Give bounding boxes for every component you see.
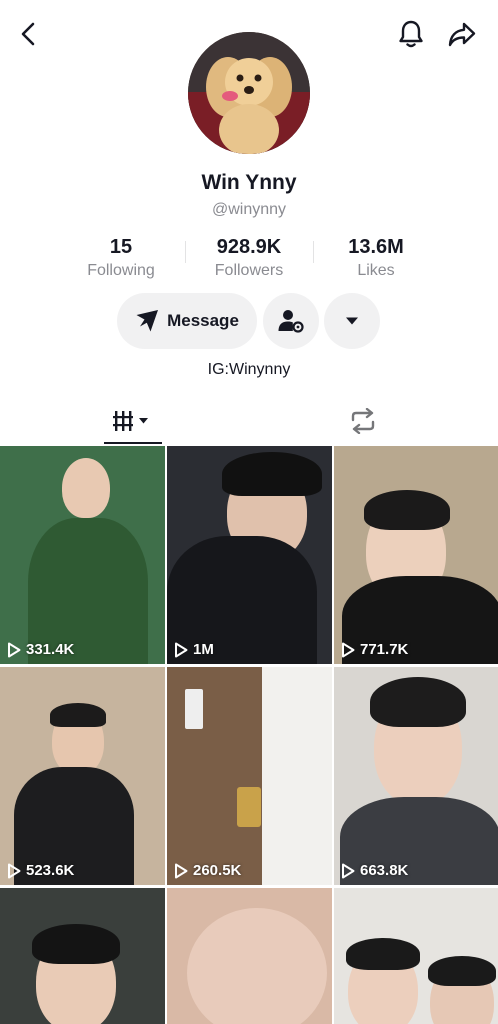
stat-following[interactable]: 15 Following [56, 234, 186, 282]
video-thumbnail[interactable] [167, 888, 332, 1024]
thumbnail-figure [222, 452, 322, 496]
video-thumbnail[interactable]: 1M [167, 446, 332, 664]
play-icon [342, 642, 355, 657]
play-icon [8, 642, 21, 657]
bio: IG:Winynny [207, 361, 291, 378]
bell-icon [399, 20, 423, 48]
thumbnail-wall [262, 667, 332, 885]
video-thumbnail[interactable]: 771.7K [334, 446, 498, 664]
share-icon [448, 22, 476, 47]
more-options-button[interactable] [324, 293, 380, 349]
repost-icon [351, 408, 375, 434]
stats-divider [185, 241, 186, 263]
view-count: 771.7K [360, 641, 409, 658]
thumbnail-sign [185, 689, 203, 729]
play-icon [342, 863, 355, 878]
caret-down-icon [346, 317, 358, 325]
video-thumbnail[interactable]: 663.8K [334, 667, 498, 885]
following-count: 15 [109, 236, 133, 258]
notifications-button[interactable] [391, 14, 431, 54]
view-count: 331.4K [26, 641, 75, 658]
play-icon [175, 863, 188, 878]
thumbnail-figure [428, 956, 496, 986]
view-count: 1M [193, 641, 214, 658]
avatar[interactable] [188, 32, 310, 154]
thumbnail-lock [237, 787, 261, 827]
username: @winynny [211, 201, 287, 218]
play-count: 260.5K [174, 862, 241, 879]
followers-count: 928.9K [216, 236, 282, 258]
play-count: 331.4K [7, 641, 74, 658]
play-icon [175, 642, 188, 657]
grid-bars-icon [113, 411, 148, 431]
stats-divider [313, 241, 314, 263]
tab-videos[interactable] [104, 398, 162, 444]
thumbnail-figure [50, 703, 106, 727]
message-button[interactable]: Message [117, 293, 257, 349]
following-label: Following [87, 262, 155, 279]
video-thumbnail[interactable]: 331.4K [0, 446, 165, 664]
video-grid: 331.4K 1M 771.7K 523.6K 260.5K 663.8K [0, 446, 498, 1024]
stat-followers[interactable]: 928.9K Followers [184, 234, 314, 282]
followers-label: Followers [214, 262, 284, 279]
video-thumbnail[interactable] [0, 888, 165, 1024]
thumbnail-figure [364, 490, 450, 530]
message-label: Message [167, 311, 239, 330]
view-count: 523.6K [26, 862, 75, 879]
play-icon [8, 863, 21, 878]
view-count: 663.8K [360, 862, 409, 879]
thumbnail-figure [370, 677, 466, 727]
video-thumbnail[interactable] [334, 888, 498, 1024]
video-thumbnail[interactable]: 260.5K [167, 667, 332, 885]
play-count: 523.6K [7, 862, 74, 879]
back-button[interactable] [9, 14, 49, 54]
send-icon [136, 310, 159, 332]
share-button[interactable] [442, 14, 482, 54]
display-name: Win Ynny [201, 171, 297, 194]
dog-photo [188, 32, 310, 154]
thumbnail-figure [187, 908, 327, 1024]
likes-count: 13.6M [348, 236, 404, 258]
person-settings-icon [278, 310, 304, 333]
thumbnail-figure [62, 458, 110, 518]
video-thumbnail[interactable]: 523.6K [0, 667, 165, 885]
view-count: 260.5K [193, 862, 242, 879]
thumbnail-figure [346, 938, 420, 970]
stat-likes[interactable]: 13.6M Likes [311, 234, 441, 282]
profile-actions: Message [0, 293, 498, 349]
chevron-left-icon [21, 22, 35, 46]
content-tabs [0, 398, 498, 444]
play-count: 771.7K [341, 641, 408, 658]
profile-stats: 15 Following 928.9K Followers 13.6M Like… [0, 234, 498, 284]
play-count: 1M [174, 641, 214, 658]
tab-reposts[interactable] [338, 398, 388, 444]
likes-label: Likes [357, 262, 395, 279]
thumbnail-figure [32, 924, 120, 964]
play-count: 663.8K [341, 862, 408, 879]
add-friend-button[interactable] [263, 293, 319, 349]
